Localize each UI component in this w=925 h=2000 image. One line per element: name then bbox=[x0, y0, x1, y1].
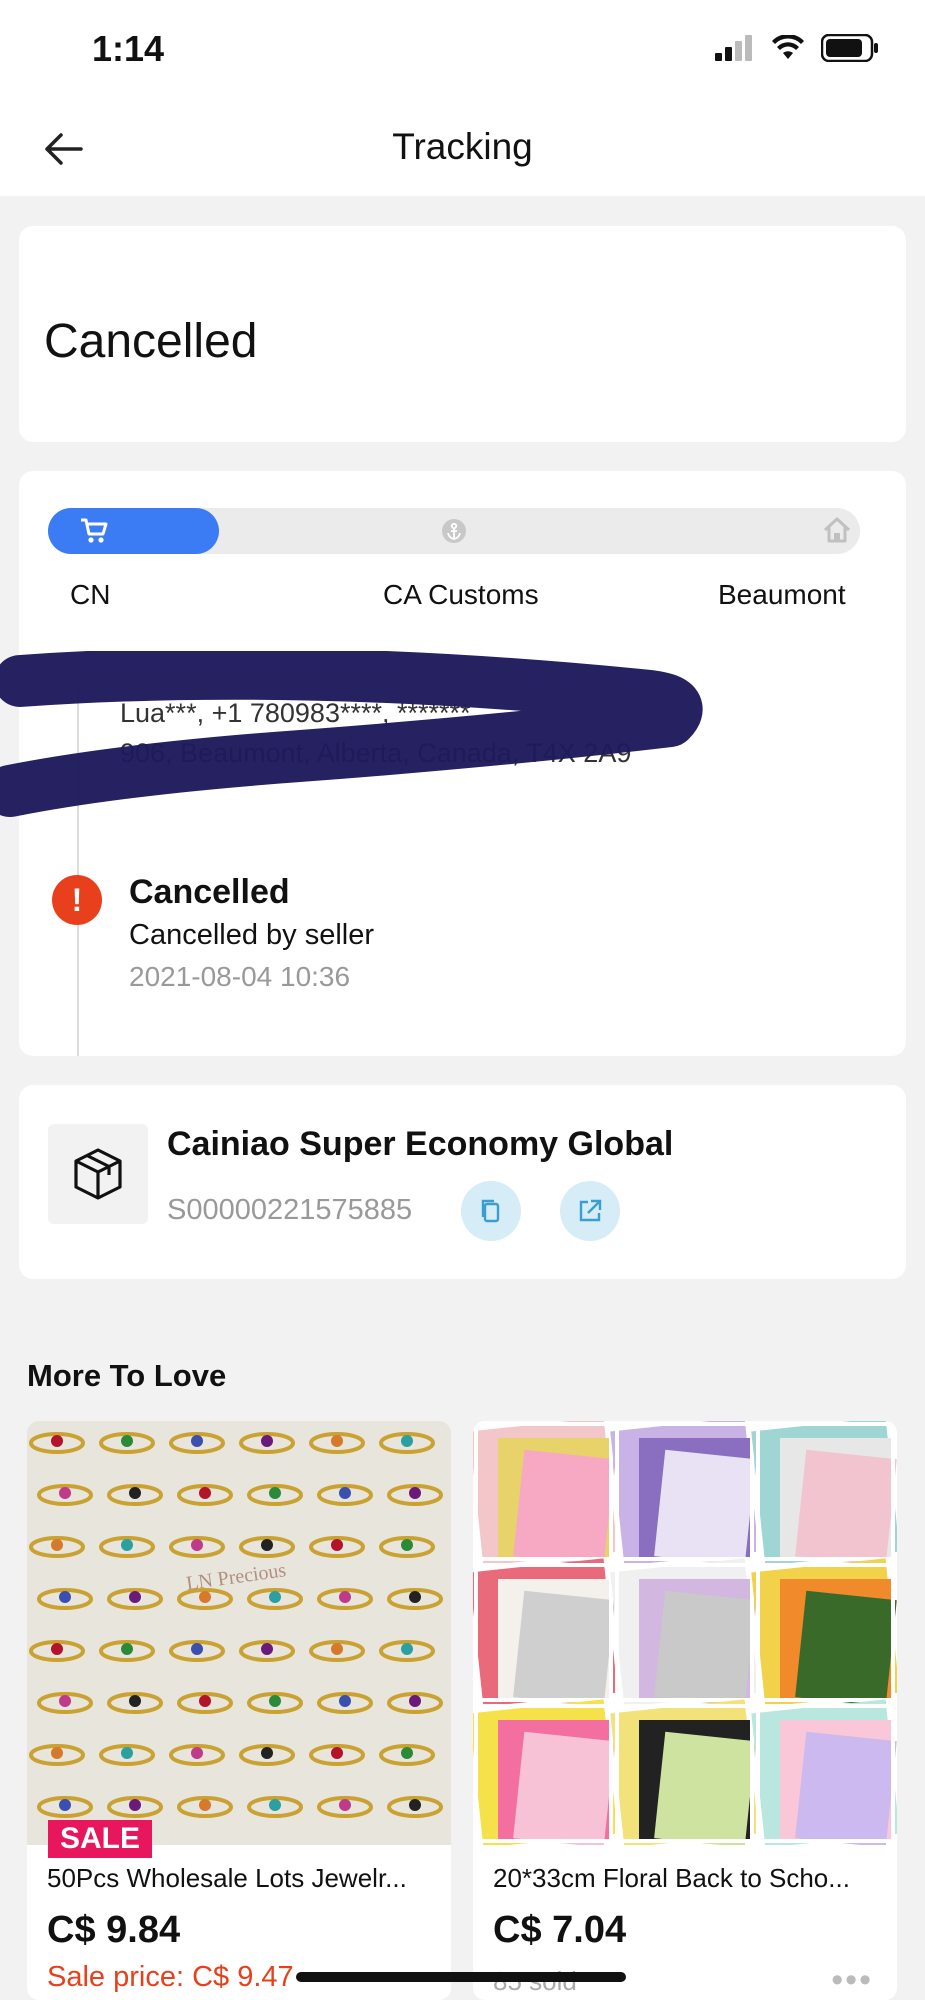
rings-product-image[interactable]: LN Precious bbox=[27, 1421, 451, 1845]
stage-origin: CN bbox=[70, 579, 111, 610]
product-title[interactable]: 50Pcs Wholesale Lots Jewelr... bbox=[47, 1863, 437, 1894]
signal-icon bbox=[715, 35, 752, 61]
fabric-product-image[interactable] bbox=[473, 1421, 897, 1845]
tracking-number: S00000221575885 bbox=[167, 1194, 413, 1226]
more-to-love-title: More To Love bbox=[27, 1358, 227, 1393]
event-description: Cancelled by seller bbox=[129, 919, 375, 951]
progress-fill bbox=[48, 508, 219, 554]
copy-icon bbox=[481, 1199, 500, 1223]
package-icon bbox=[48, 1124, 148, 1224]
status-icons bbox=[715, 34, 879, 62]
page-title: Tracking bbox=[392, 126, 533, 167]
anchor-icon bbox=[442, 519, 466, 543]
redaction-scribble bbox=[0, 651, 703, 817]
stage-labels: CN CA Customs Beaumont bbox=[19, 579, 906, 619]
status-bar: 1:14 bbox=[0, 0, 925, 100]
event-title: Cancelled bbox=[129, 873, 290, 911]
top-bar: Tracking bbox=[0, 100, 925, 196]
product-card-fabric[interactable]: 20*33cm Floral Back to Scho... C$ 7.04 8… bbox=[473, 1421, 897, 2000]
home-icon bbox=[823, 517, 851, 543]
more-options-icon[interactable]: ••• bbox=[831, 1961, 873, 2000]
box-icon bbox=[74, 1148, 122, 1200]
cart-icon bbox=[81, 518, 108, 543]
home-indicator bbox=[296, 1972, 626, 1982]
product-title[interactable]: 20*33cm Floral Back to Scho... bbox=[493, 1863, 883, 1894]
sale-badge: SALE bbox=[48, 1820, 153, 1858]
copy-button[interactable] bbox=[461, 1181, 521, 1241]
carrier-card: Cainiao Super Economy Global S0000022157… bbox=[19, 1085, 906, 1279]
order-status-title: Cancelled bbox=[44, 315, 258, 368]
carrier-name: Cainiao Super Economy Global bbox=[167, 1125, 674, 1163]
order-status-card: Cancelled bbox=[19, 226, 906, 442]
product-card-rings[interactable]: LN Precious SALE 50Pcs Wholesale Lots Je… bbox=[27, 1421, 451, 2000]
open-external-button[interactable] bbox=[560, 1181, 620, 1241]
status-time: 1:14 bbox=[92, 28, 165, 69]
stage-customs: CA Customs bbox=[383, 579, 539, 610]
cancelled-alert-icon: ! bbox=[52, 875, 102, 925]
product-price: C$ 7.04 bbox=[493, 1909, 627, 1951]
shipping-progress-bar bbox=[48, 508, 860, 554]
product-price: C$ 9.84 bbox=[47, 1909, 181, 1951]
stage-destination: Beaumont bbox=[718, 579, 846, 610]
product-sale-price: Sale price: C$ 9.47 bbox=[47, 1961, 294, 1993]
event-time: 2021-08-04 10:36 bbox=[129, 961, 351, 992]
battery-icon bbox=[821, 34, 878, 62]
tracking-card: CN CA Customs Beaumont Lua***, +1 780983… bbox=[0, 471, 906, 1056]
wifi-icon bbox=[772, 35, 804, 59]
external-link-icon bbox=[579, 1199, 602, 1222]
